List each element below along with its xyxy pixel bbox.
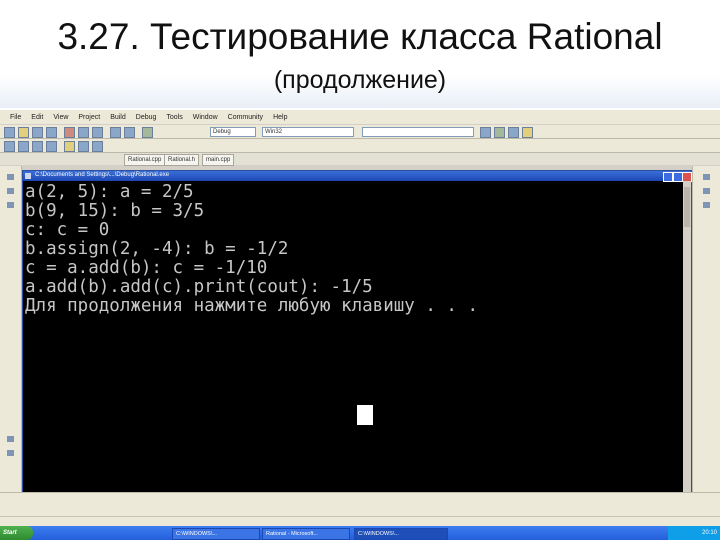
console-cursor	[357, 405, 373, 425]
taskbar-item[interactable]: C:\WINDOWS\...	[172, 528, 260, 540]
console-line: c: c = 0	[25, 220, 110, 240]
tab-rational-cpp[interactable]: Rational.cpp	[124, 154, 166, 166]
console-title: C:\Documents and Settings\...\Debug\Rati…	[35, 172, 170, 178]
standard-toolbar: Debug Win32	[0, 125, 720, 139]
text-editor-toolbar	[0, 139, 720, 153]
outdent-icon[interactable]	[18, 141, 29, 152]
bookmark-icon[interactable]	[64, 141, 75, 152]
slide-title: 3.27. Тестирование класса Rational	[57, 16, 663, 57]
document-tabs: Rational.cpp Rational.h main.cpp	[0, 153, 720, 166]
console-system-icon[interactable]	[25, 173, 31, 179]
console-line: a.add(b).add(c).print(cout): -1/5	[25, 277, 373, 297]
console-titlebar[interactable]: C:\Documents and Settings\...\Debug\Rati…	[23, 171, 692, 182]
console-scrollbar[interactable]	[683, 181, 691, 495]
copy-icon[interactable]	[78, 127, 89, 138]
cut-icon[interactable]	[64, 127, 75, 138]
scrollbar-thumb[interactable]	[684, 187, 690, 227]
menu-debug[interactable]: Debug	[136, 114, 157, 121]
tab-main-cpp[interactable]: main.cpp	[202, 154, 235, 166]
menu-edit[interactable]: Edit	[31, 114, 43, 121]
save-all-icon[interactable]	[46, 127, 57, 138]
console-line: c = a.add(b): c = -1/10	[25, 258, 268, 278]
output-panel	[0, 492, 720, 517]
right-dock-panel	[692, 166, 720, 492]
properties-icon[interactable]	[508, 127, 519, 138]
menu-tools[interactable]: Tools	[166, 114, 182, 121]
console-line: a(2, 5): a = 2/5	[25, 182, 194, 202]
menu-bar: File Edit View Project Build Debug Tools…	[0, 110, 720, 124]
undo-icon[interactable]	[110, 127, 121, 138]
taskbar: Start C:\WINDOWS\... Rational - Microsof…	[0, 526, 720, 540]
save-icon[interactable]	[32, 127, 43, 138]
slide-subtitle: (продолжение)	[273, 66, 447, 94]
taskbar-item[interactable]: Rational - Microsoft...	[262, 528, 350, 540]
resource-view-tab-icon[interactable]	[703, 202, 710, 208]
find-combo[interactable]	[362, 127, 474, 137]
console-line: b(9, 15): b = 3/5	[25, 201, 205, 221]
solution-explorer-tab-icon[interactable]	[703, 174, 710, 180]
taskbar-item[interactable]: C:\WINDOWS\...	[354, 528, 448, 540]
system-tray: 20:10	[668, 526, 720, 540]
class-view-icon[interactable]	[7, 202, 14, 208]
indent-icon[interactable]	[4, 141, 15, 152]
start-button[interactable]: Start	[0, 526, 33, 540]
start-debugging-icon[interactable]	[142, 127, 153, 138]
server-explorer-icon[interactable]	[7, 174, 14, 180]
platform-combo[interactable]: Win32	[262, 127, 354, 137]
ide-window: File Edit View Project Build Debug Tools…	[0, 110, 720, 540]
console-line: b.assign(2, -4): b = -1/2	[25, 239, 289, 259]
error-list-tab-icon[interactable]	[7, 450, 14, 456]
uncomment-icon[interactable]	[46, 141, 57, 152]
redo-icon[interactable]	[124, 127, 135, 138]
console-line: Для продолжения нажмите любую клавишу . …	[25, 296, 479, 316]
paste-icon[interactable]	[92, 127, 103, 138]
next-bookmark-icon[interactable]	[78, 141, 89, 152]
slide-header: 3.27. Тестирование класса Rational (прод…	[0, 0, 720, 108]
console-window: C:\Documents and Settings\...\Debug\Rati…	[22, 170, 692, 497]
console-output: a(2, 5): a = 2/5 b(9, 15): b = 3/5 c: c …	[23, 181, 683, 495]
output-tab-icon[interactable]	[7, 436, 14, 442]
toolbox-tab-icon[interactable]	[7, 188, 14, 194]
menu-project[interactable]: Project	[78, 114, 100, 121]
clock: 20:10	[701, 530, 717, 536]
menu-help[interactable]: Help	[273, 114, 287, 121]
tab-rational-h[interactable]: Rational.h	[164, 154, 200, 166]
solution-config-combo[interactable]: Debug	[210, 127, 256, 137]
menu-file[interactable]: File	[10, 114, 21, 121]
menu-view[interactable]: View	[53, 114, 68, 121]
new-project-icon[interactable]	[4, 127, 15, 138]
toolbox-icon[interactable]	[522, 127, 533, 138]
find-icon[interactable]	[480, 127, 491, 138]
properties-tab-icon[interactable]	[703, 188, 710, 194]
solution-explorer-icon[interactable]	[494, 127, 505, 138]
menu-build[interactable]: Build	[110, 114, 126, 121]
prev-bookmark-icon[interactable]	[92, 141, 103, 152]
comment-icon[interactable]	[32, 141, 43, 152]
menu-window[interactable]: Window	[193, 114, 218, 121]
left-dock-panel	[0, 166, 22, 492]
menu-community[interactable]: Community	[228, 114, 263, 121]
open-file-icon[interactable]	[18, 127, 29, 138]
